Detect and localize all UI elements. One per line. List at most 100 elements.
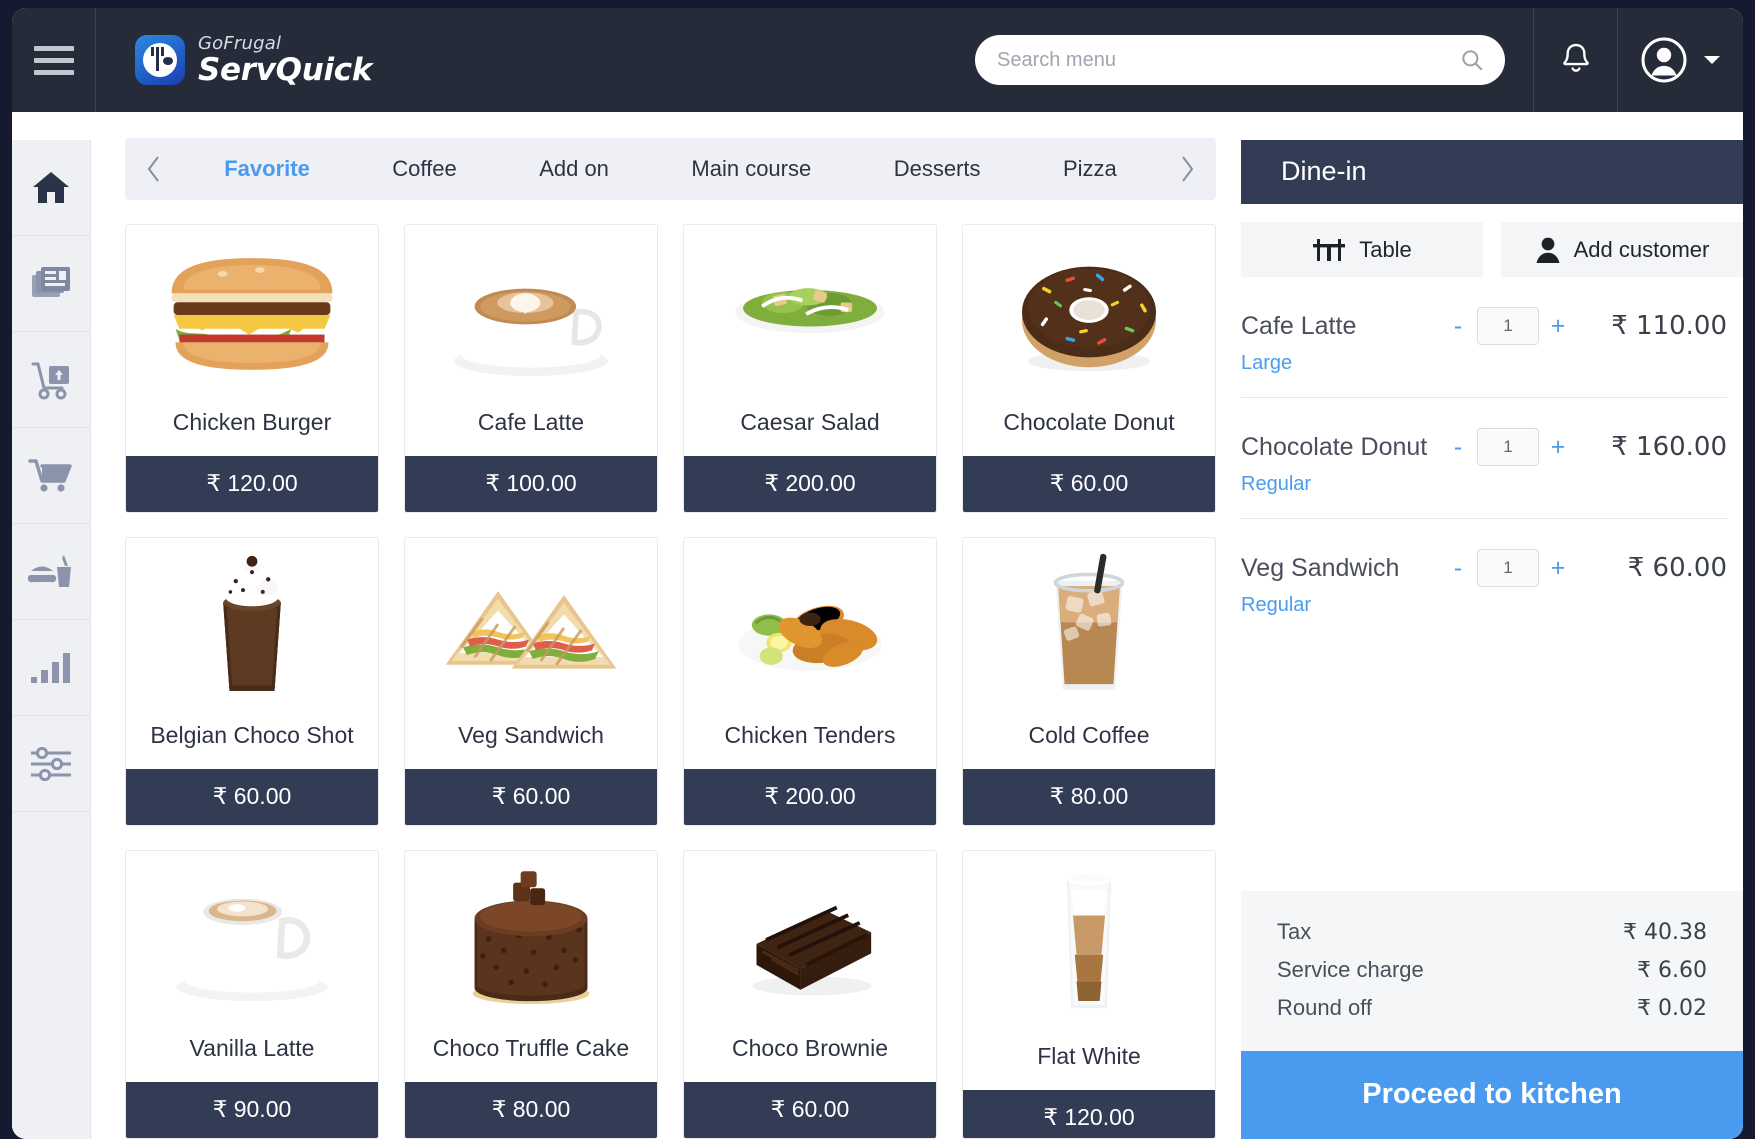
order-item-variant[interactable]: Regular bbox=[1241, 473, 1727, 496]
product-image bbox=[963, 851, 1215, 1037]
product-name: Chicken Tenders bbox=[724, 722, 896, 748]
increase-qty-button[interactable]: + bbox=[1549, 312, 1567, 341]
product-price: ₹ 200.00 bbox=[684, 769, 936, 825]
product-card[interactable]: Vanilla Latte ₹ 90.00 bbox=[125, 850, 379, 1139]
order-item-name: Veg Sandwich bbox=[1241, 553, 1400, 582]
tab-add-on[interactable]: Add on bbox=[498, 156, 650, 182]
product-card[interactable]: Cafe Latte ₹ 100.00 bbox=[404, 224, 658, 513]
product-image bbox=[405, 225, 657, 403]
product-image bbox=[405, 851, 657, 1029]
order-item-variant[interactable]: Large bbox=[1241, 352, 1727, 375]
product-name: Veg Sandwich bbox=[458, 722, 604, 748]
total-value: ₹ 40.38 bbox=[1623, 920, 1707, 945]
product-card[interactable]: Choco Brownie ₹ 60.00 bbox=[683, 850, 937, 1139]
sidebar-item-delivery[interactable] bbox=[12, 332, 90, 428]
search-input[interactable] bbox=[997, 48, 1459, 72]
sidebar-item-reports[interactable] bbox=[12, 620, 90, 716]
product-price: ₹ 60.00 bbox=[126, 769, 378, 825]
product-card[interactable]: Caesar Salad ₹ 200.00 bbox=[683, 224, 937, 513]
total-row: Round off ₹ 0.02 bbox=[1277, 989, 1707, 1027]
product-name: Flat White bbox=[1037, 1043, 1141, 1069]
product-card[interactable]: Flat White ₹ 120.00 bbox=[962, 850, 1216, 1139]
sidebar-item-menu[interactable] bbox=[12, 524, 90, 620]
total-row: Service charge ₹ 6.60 bbox=[1277, 951, 1707, 989]
bills-icon bbox=[32, 266, 70, 297]
order-line-item: Chocolate Donut -1 + ₹ 160.00 Regular bbox=[1241, 398, 1727, 519]
proceed-to-kitchen-button[interactable]: Proceed to kitchen bbox=[1241, 1051, 1743, 1139]
chevron-right-icon bbox=[1182, 156, 1194, 182]
product-card[interactable]: Chicken Tenders ₹ 200.00 bbox=[683, 537, 937, 826]
increase-qty-button[interactable]: + bbox=[1549, 554, 1567, 583]
product-name: Chicken Burger bbox=[172, 409, 332, 435]
product-price: ₹ 80.00 bbox=[963, 769, 1215, 825]
table-icon bbox=[1313, 238, 1346, 261]
product-name: Choco Brownie bbox=[732, 1035, 888, 1061]
product-name: Chocolate Donut bbox=[1003, 409, 1175, 435]
decrease-qty-button[interactable]: - bbox=[1449, 312, 1467, 341]
tab-coffee[interactable]: Coffee bbox=[351, 156, 498, 182]
tabs-next-button[interactable] bbox=[1158, 154, 1216, 184]
product-price: ₹ 80.00 bbox=[405, 1082, 657, 1138]
product-card[interactable]: Chocolate Donut ₹ 60.00 bbox=[962, 224, 1216, 513]
product-card[interactable]: Veg Sandwich ₹ 60.00 bbox=[404, 537, 658, 826]
delivery-icon bbox=[31, 362, 69, 399]
add-customer-label: Add customer bbox=[1573, 236, 1710, 262]
product-image bbox=[684, 538, 936, 716]
product-image bbox=[684, 851, 936, 1029]
product-price: ₹ 120.00 bbox=[963, 1090, 1215, 1138]
tab-favorite[interactable]: Favorite bbox=[183, 156, 351, 182]
order-item-variant[interactable]: Regular bbox=[1241, 594, 1727, 617]
tab-desserts[interactable]: Desserts bbox=[852, 156, 1021, 182]
sidebar-item-bills[interactable] bbox=[12, 236, 90, 332]
profile-menu-button[interactable] bbox=[1617, 8, 1743, 112]
decrease-qty-button[interactable]: - bbox=[1449, 433, 1467, 462]
user-avatar-icon bbox=[1641, 37, 1686, 83]
sidebar-item-home[interactable] bbox=[12, 140, 90, 236]
tab-main-course[interactable]: Main course bbox=[650, 156, 852, 182]
search-box[interactable] bbox=[975, 35, 1505, 85]
product-price: ₹ 60.00 bbox=[405, 769, 657, 825]
person-icon bbox=[1536, 237, 1560, 263]
tab-pizza[interactable]: Pizza bbox=[1022, 156, 1158, 182]
product-image bbox=[126, 225, 378, 403]
bar-chart-icon bbox=[31, 652, 70, 683]
notifications-button[interactable] bbox=[1533, 8, 1617, 112]
decrease-qty-button[interactable]: - bbox=[1449, 554, 1467, 583]
product-image bbox=[963, 225, 1215, 403]
food-drink-icon bbox=[28, 554, 71, 587]
chevron-down-icon bbox=[1703, 56, 1720, 64]
increase-qty-button[interactable]: + bbox=[1549, 433, 1567, 462]
sidebar-item-cart[interactable] bbox=[12, 428, 90, 524]
table-button-label: Table bbox=[1359, 236, 1412, 262]
bell-icon bbox=[1562, 43, 1589, 72]
order-panel: Dine-in Table Add customer Cafe Latte - … bbox=[1241, 112, 1743, 1139]
product-card[interactable]: Cold Coffee ₹ 80.00 bbox=[962, 537, 1216, 826]
product-card[interactable]: Chicken Burger ₹ 120.00 bbox=[125, 224, 379, 513]
main-content: Favorite Coffee Add on Main course Desse… bbox=[91, 112, 1241, 1139]
order-item-name: Cafe Latte bbox=[1241, 311, 1357, 340]
servquick-logo-icon bbox=[135, 35, 185, 85]
tabs-prev-button[interactable] bbox=[125, 154, 183, 184]
product-card[interactable]: Choco Truffle Cake ₹ 80.00 bbox=[404, 850, 658, 1139]
product-price: ₹ 200.00 bbox=[684, 456, 936, 512]
product-card[interactable]: Belgian Choco Shot ₹ 60.00 bbox=[125, 537, 379, 826]
product-name: Belgian Choco Shot bbox=[150, 722, 354, 748]
add-customer-button[interactable]: Add customer bbox=[1501, 222, 1743, 277]
order-item-price: ₹ 60.00 bbox=[1627, 553, 1727, 583]
product-price: ₹ 60.00 bbox=[684, 1082, 936, 1138]
app-body: Favorite Coffee Add on Main course Desse… bbox=[12, 112, 1743, 1139]
sidebar-item-settings[interactable] bbox=[12, 716, 90, 812]
table-button[interactable]: Table bbox=[1241, 222, 1483, 277]
product-image bbox=[126, 538, 378, 716]
product-name: Vanilla Latte bbox=[189, 1035, 315, 1061]
total-value: ₹ 6.60 bbox=[1637, 958, 1707, 983]
product-name: Cold Coffee bbox=[1028, 722, 1150, 748]
total-label: Service charge bbox=[1277, 957, 1424, 982]
qty-input[interactable]: 1 bbox=[1477, 428, 1539, 466]
order-item-price: ₹ 160.00 bbox=[1611, 432, 1727, 462]
chevron-left-icon bbox=[147, 156, 159, 182]
qty-input[interactable]: 1 bbox=[1477, 307, 1539, 345]
menu-toggle-button[interactable] bbox=[12, 8, 96, 112]
qty-input[interactable]: 1 bbox=[1477, 549, 1539, 587]
product-image bbox=[963, 538, 1215, 716]
